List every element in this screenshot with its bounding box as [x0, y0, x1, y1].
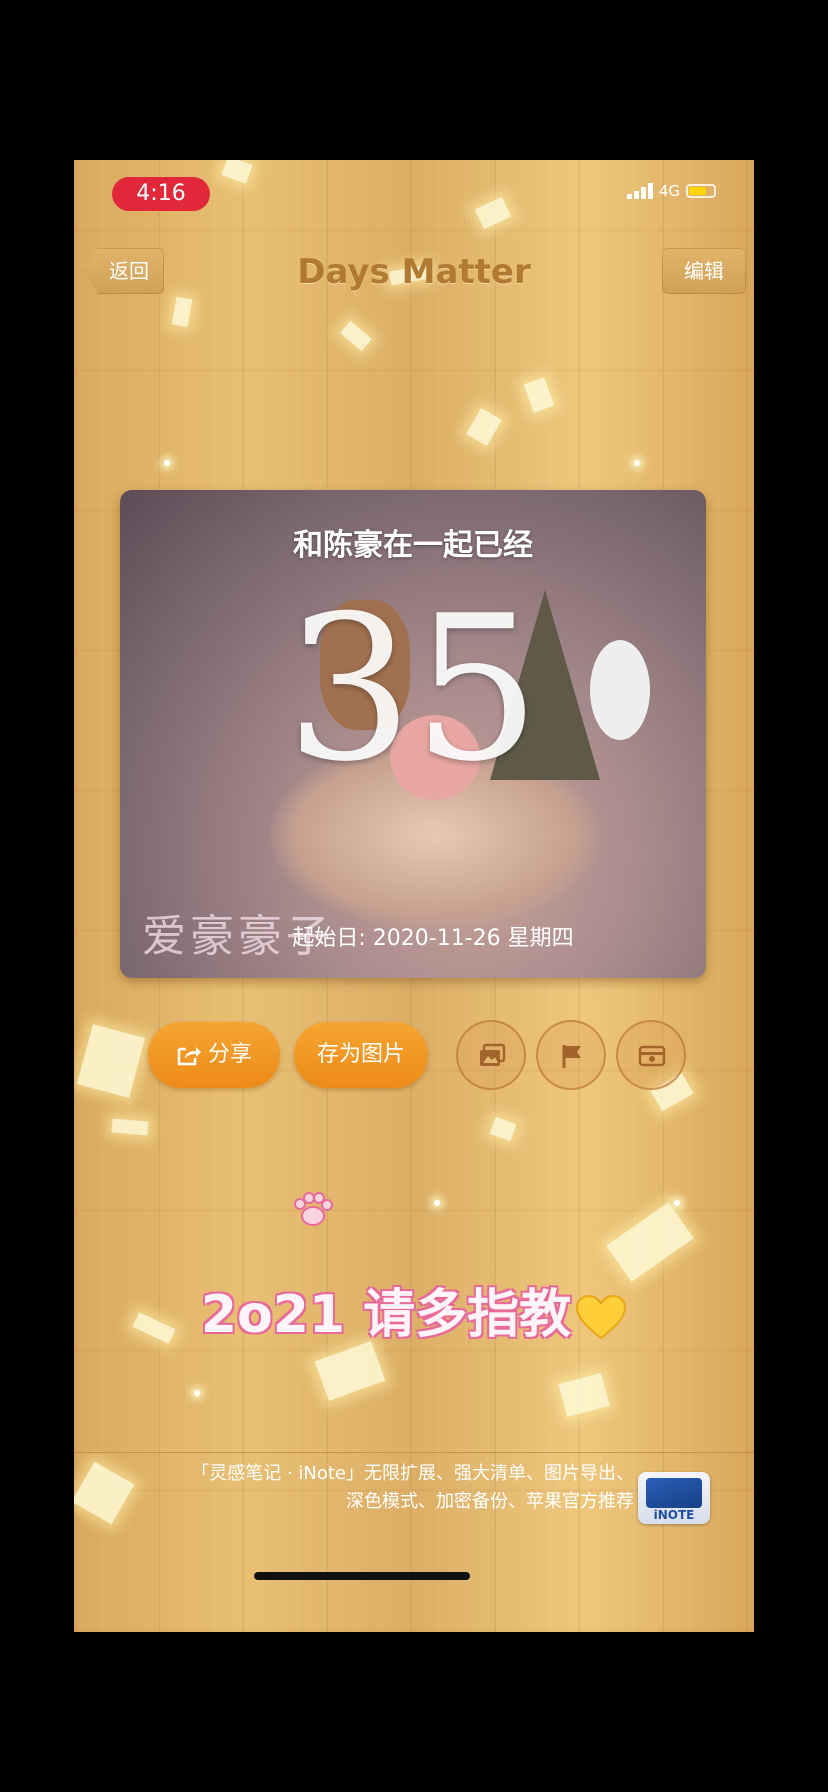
event-caption: 和陈豪在一起已经 — [293, 528, 533, 563]
share-icon — [177, 1047, 201, 1066]
save-image-button[interactable]: 存为图片 — [294, 1022, 428, 1088]
days-count: 35 — [285, 573, 541, 806]
network-type: 4G — [658, 182, 680, 200]
status-indicators: 4G — [626, 182, 716, 200]
confetti — [523, 377, 555, 413]
sparkle — [434, 1200, 440, 1206]
confetti — [606, 1202, 694, 1282]
status-time: 4:16 — [112, 177, 210, 211]
confetti — [466, 408, 502, 446]
page-title: Days Matter — [297, 252, 531, 292]
promo-text: 2o21 请多指教 — [200, 1285, 572, 1345]
navigation-bar: 返回 Days Matter 编辑 — [74, 248, 754, 308]
ad-line-1: 「灵感笔记 · iNote」无限扩展、强大清单、图片导出、 — [191, 1463, 634, 1484]
sparkle — [634, 460, 640, 466]
wave-icon — [646, 1478, 702, 1508]
battery-icon — [686, 184, 716, 198]
action-bar: 分享 存为图片 — [148, 1020, 688, 1092]
confetti — [489, 1116, 517, 1142]
confetti — [558, 1372, 610, 1418]
confetti — [314, 1341, 386, 1401]
heart-icon — [576, 1294, 627, 1340]
ad-line-2: 深色模式、加密备份、苹果官方推荐 — [346, 1491, 634, 1512]
inote-logo-label: iNOTE — [653, 1508, 695, 1522]
ad-banner[interactable]: 「灵感笔记 · iNote」无限扩展、强大清单、图片导出、 深色模式、加密备份、… — [94, 1460, 634, 1516]
photo-button[interactable] — [456, 1020, 526, 1090]
card-button[interactable] — [616, 1020, 686, 1090]
flag-icon — [562, 1045, 581, 1068]
sparkle — [164, 460, 170, 466]
edit-button[interactable]: 编辑 — [662, 248, 746, 294]
share-button[interactable]: 分享 — [148, 1022, 280, 1088]
start-date: 起始日: 2020-11-26 星期四 — [292, 926, 574, 951]
confetti — [76, 1024, 146, 1098]
event-card[interactable]: 和陈豪在一起已经 35 爱豪豪子 起始日: 2020-11-26 星期四 — [120, 490, 706, 978]
sparkle — [674, 1200, 680, 1206]
inote-app-logo[interactable]: iNOTE — [638, 1472, 710, 1524]
confetti — [340, 320, 372, 352]
flag-button[interactable] — [536, 1020, 606, 1090]
promo-banner: 2o21 请多指教 — [74, 1272, 754, 1347]
status-bar: 4:16 4G — [74, 160, 754, 211]
share-label: 分享 — [207, 1042, 252, 1067]
app-screen: 4:16 4G 返回 Days Matter 编辑 和陈豪在一起已经 35 爱豪… — [74, 160, 754, 1632]
card-icon — [638, 1045, 666, 1067]
paw-icon — [294, 1192, 333, 1226]
confetti — [111, 1118, 149, 1136]
sparkle — [194, 1390, 200, 1396]
signal-icon — [626, 183, 653, 199]
photo-icon — [480, 1043, 506, 1066]
ad-divider — [74, 1452, 754, 1453]
home-indicator[interactable] — [254, 1572, 470, 1580]
